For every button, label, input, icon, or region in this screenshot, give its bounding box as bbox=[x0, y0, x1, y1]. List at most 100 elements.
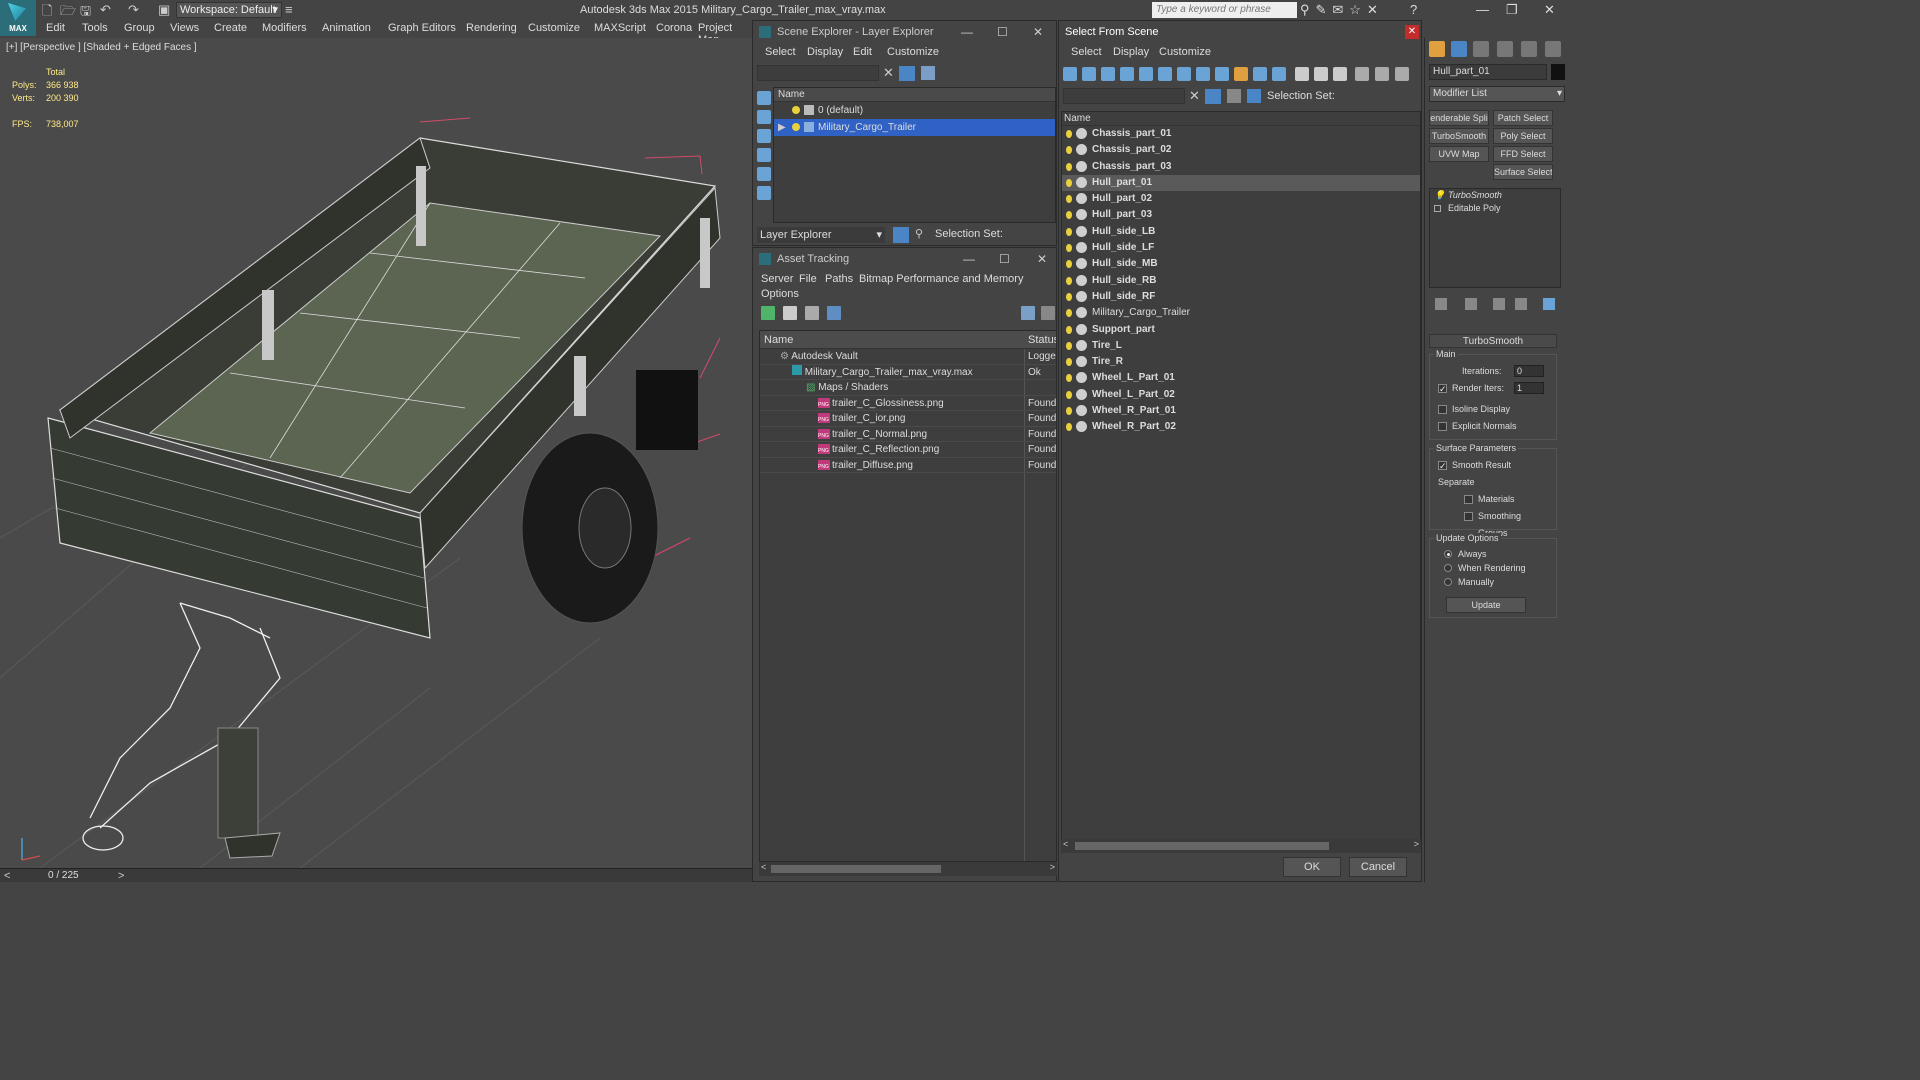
column-header-status[interactable]: Status bbox=[1028, 334, 1056, 346]
project-folder-icon[interactable]: ▣ bbox=[158, 2, 170, 18]
object-row[interactable]: Wheel_L_Part_01 bbox=[1062, 370, 1420, 386]
column-header-name[interactable]: Name bbox=[764, 334, 793, 346]
column-header-name[interactable]: Name bbox=[774, 88, 1055, 102]
at-menu-server[interactable]: Server bbox=[761, 273, 793, 285]
smooth-result-checkbox[interactable] bbox=[1438, 458, 1447, 475]
menu-views[interactable]: Views bbox=[170, 22, 199, 34]
menu-maxscript[interactable]: MAXScript bbox=[594, 22, 646, 34]
refresh-icon[interactable] bbox=[761, 306, 775, 320]
display-containers-icon[interactable] bbox=[1234, 67, 1248, 81]
motion-tab-icon[interactable] bbox=[1497, 41, 1513, 57]
lightbulb-icon[interactable] bbox=[1066, 292, 1072, 301]
lightbulb-icon[interactable] bbox=[1066, 162, 1072, 171]
sfs-find-input[interactable] bbox=[1063, 88, 1185, 104]
object-color-swatch[interactable] bbox=[1551, 64, 1565, 80]
menu-customize[interactable]: Customize bbox=[528, 22, 580, 34]
manually-radio[interactable] bbox=[1444, 578, 1452, 586]
hierarchy-icon[interactable] bbox=[1247, 89, 1261, 103]
minimize-icon[interactable]: — bbox=[961, 21, 973, 43]
display-shapes-icon[interactable] bbox=[1082, 67, 1096, 81]
at-menu-options[interactable]: Options bbox=[761, 288, 799, 300]
ffd-select-button[interactable]: FFD Select bbox=[1493, 146, 1553, 162]
table-row[interactable]: PNG trailer_C_Glossiness.png Found bbox=[760, 396, 1056, 411]
lightbulb-icon[interactable] bbox=[1066, 227, 1072, 236]
se-menu-edit[interactable]: Edit bbox=[853, 46, 872, 58]
iterations-spinner[interactable]: 0 bbox=[1514, 365, 1544, 377]
select-invert-icon[interactable] bbox=[1333, 67, 1347, 81]
chevron-right-icon[interactable]: > bbox=[1414, 839, 1419, 849]
column-header-name[interactable]: Name bbox=[1062, 112, 1420, 126]
object-row[interactable]: Wheel_R_Part_01 bbox=[1062, 403, 1420, 419]
menu-animation[interactable]: Animation bbox=[322, 22, 371, 34]
display-hidden-icon[interactable] bbox=[1272, 67, 1286, 81]
turbosmooth-rollout-title[interactable]: TurboSmooth bbox=[1429, 334, 1557, 348]
configure-sets-icon[interactable] bbox=[1543, 298, 1555, 310]
render-iters-spinner[interactable]: 1 bbox=[1514, 382, 1544, 394]
maximize-icon[interactable]: ☐ bbox=[997, 21, 1008, 43]
sfs-menu-display[interactable]: Display bbox=[1113, 46, 1149, 58]
lightbulb-icon[interactable] bbox=[1066, 407, 1072, 416]
object-row[interactable]: Hull_side_RB bbox=[1062, 273, 1420, 289]
scrollbar-thumb[interactable] bbox=[771, 865, 941, 873]
display-helpers-icon[interactable] bbox=[757, 167, 771, 181]
lightbulb-icon[interactable] bbox=[1066, 423, 1072, 432]
menu-graph-editors[interactable]: Graph Editors bbox=[388, 22, 456, 34]
update-button[interactable]: Update bbox=[1446, 597, 1526, 613]
table-row[interactable]: PNG trailer_C_Reflection.png Found bbox=[760, 442, 1056, 458]
sfs-horizontal-scrollbar[interactable]: < > bbox=[1061, 839, 1421, 853]
layer-row-default[interactable]: 0 (default) bbox=[774, 102, 1055, 119]
chevron-left-icon[interactable]: < bbox=[1063, 839, 1068, 849]
sort-icon[interactable] bbox=[1375, 67, 1389, 81]
expand-arrow-icon[interactable]: ▶ bbox=[778, 119, 786, 136]
asset-tracking-titlebar[interactable]: Asset Tracking — ☐ ✕ bbox=[753, 248, 1056, 270]
close-icon[interactable]: ✕ bbox=[1033, 21, 1043, 43]
close-icon[interactable]: ✕ bbox=[1405, 25, 1419, 39]
table-row[interactable]: Military_Cargo_Trailer_max_vray.max Ok bbox=[760, 364, 1056, 380]
filter-icon[interactable] bbox=[1355, 67, 1369, 81]
asset-horizontal-scrollbar[interactable]: < > bbox=[759, 862, 1057, 876]
display-cameras-icon[interactable] bbox=[757, 148, 771, 162]
make-unique-icon[interactable] bbox=[1493, 298, 1505, 310]
layer-tools-icon[interactable] bbox=[921, 66, 935, 80]
materials-checkbox[interactable] bbox=[1464, 495, 1473, 504]
table-row[interactable]: ▨ Maps / Shaders bbox=[760, 380, 1056, 396]
object-row[interactable]: Wheel_R_Part_02 bbox=[1062, 419, 1420, 435]
restore-icon[interactable]: ❐ bbox=[1506, 2, 1518, 18]
patch-select-button[interactable]: Patch Select bbox=[1493, 110, 1553, 126]
se-menu-customize[interactable]: Customize bbox=[887, 46, 939, 58]
menu-edit[interactable]: Edit bbox=[46, 22, 65, 34]
object-row[interactable]: Tire_L bbox=[1062, 338, 1420, 354]
table-row[interactable]: PNG trailer_C_Normal.png Found bbox=[760, 427, 1056, 442]
display-geometry-icon[interactable] bbox=[1063, 67, 1077, 81]
display-spacewarps-icon[interactable] bbox=[757, 186, 771, 200]
table-row[interactable]: PNG trailer_C_ior.png Found bbox=[760, 411, 1056, 427]
display-geometry-icon[interactable] bbox=[757, 91, 771, 105]
lightbulb-icon[interactable] bbox=[1066, 325, 1072, 334]
stack-item-editable-poly[interactable]: Editable Poly bbox=[1430, 202, 1560, 215]
pin-stack-icon[interactable] bbox=[1435, 298, 1447, 310]
menu-create[interactable]: Create bbox=[214, 22, 247, 34]
lightbulb-icon[interactable] bbox=[1066, 390, 1072, 399]
sfs-titlebar[interactable]: Select From Scene ✕ bbox=[1059, 21, 1421, 43]
lightbulb-icon[interactable] bbox=[1066, 195, 1072, 204]
expand-icon[interactable] bbox=[1434, 205, 1441, 212]
undo-icon[interactable]: ↶ bbox=[100, 2, 111, 18]
object-row[interactable]: Hull_side_MB bbox=[1062, 256, 1420, 272]
object-row[interactable]: Chassis_part_02 bbox=[1062, 142, 1420, 158]
cancel-button[interactable]: Cancel bbox=[1349, 857, 1407, 877]
infocenter-icons[interactable]: ⚲✎✉☆✕ bbox=[1300, 2, 1384, 18]
stack-item-turbosmooth[interactable]: 💡 TurboSmooth bbox=[1430, 189, 1560, 202]
table-row[interactable]: ⚙ Autodesk Vault Logge bbox=[760, 349, 1056, 365]
list-view-icon[interactable] bbox=[783, 306, 797, 320]
layer-row-military-cargo-trailer[interactable]: ▶ Military_Cargo_Trailer bbox=[774, 119, 1055, 136]
close-icon[interactable]: ✕ bbox=[1544, 2, 1555, 18]
table-row[interactable]: PNG trailer_Diffuse.png Found bbox=[760, 458, 1056, 473]
filter-icon[interactable] bbox=[1205, 89, 1221, 104]
object-name-field[interactable]: Hull_part_01 bbox=[1429, 64, 1547, 80]
display-bones-icon[interactable] bbox=[1215, 67, 1229, 81]
display-cameras-icon[interactable] bbox=[1120, 67, 1134, 81]
lightbulb-icon[interactable] bbox=[1066, 358, 1072, 367]
lightbulb-icon[interactable] bbox=[1066, 276, 1072, 285]
lightbulb-icon[interactable] bbox=[792, 106, 800, 114]
utilities-tab-icon[interactable] bbox=[1545, 41, 1561, 57]
